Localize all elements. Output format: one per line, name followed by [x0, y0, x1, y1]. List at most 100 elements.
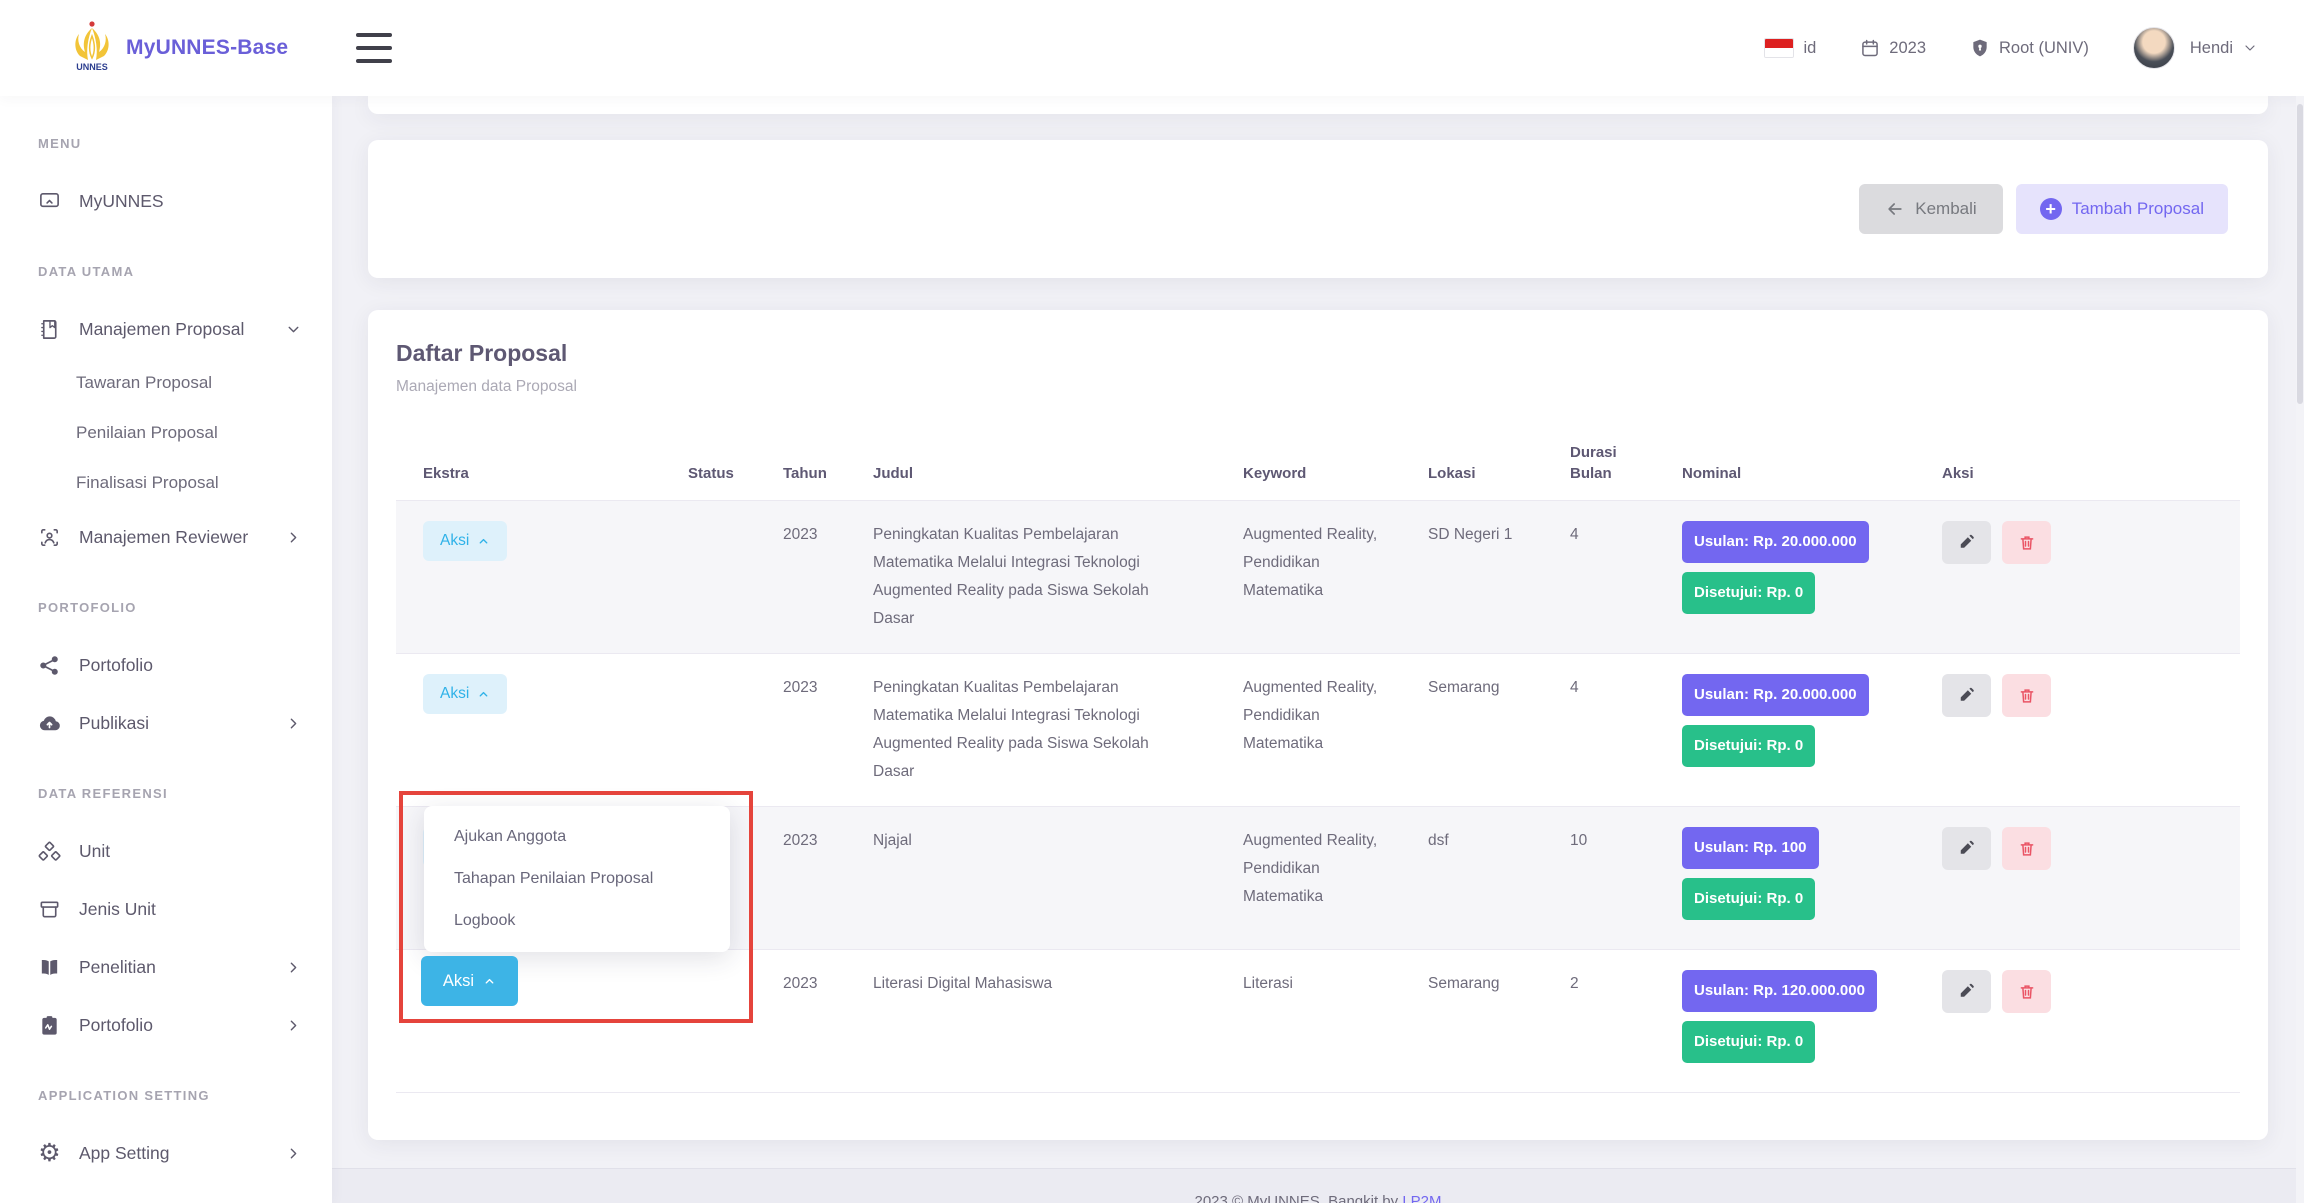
col-lokasi: Lokasi — [1401, 422, 1543, 501]
add-proposal-button[interactable]: + Tambah Proposal — [2016, 184, 2228, 234]
usulan-badge: Usulan: Rp. 100 — [1682, 827, 1819, 869]
caret-up-icon — [477, 688, 490, 701]
sidebar-item-manajemen-proposal[interactable]: Manajemen Proposal — [0, 300, 332, 358]
cell-status — [661, 950, 756, 1093]
section-label-portofolio: PORTOFOLIO — [38, 600, 332, 620]
cell-judul: Literasi Digital Mahasiswa — [846, 950, 1216, 1093]
user-scan-icon — [38, 526, 61, 549]
table-header-row: Ekstra Status Tahun Judul Keyword Lokasi… — [396, 422, 2240, 501]
page-subtitle: Manajemen data Proposal — [396, 378, 2240, 396]
cell-keyword: Literasi — [1216, 950, 1401, 1093]
year-selector[interactable]: 2023 — [1860, 38, 1926, 58]
back-button[interactable]: Kembali — [1859, 184, 2002, 234]
cell-status — [661, 501, 756, 654]
sidebar-item-finalisasi-proposal[interactable]: Finalisasi Proposal — [0, 458, 332, 508]
menu-item-tahapan-penilaian[interactable]: Tahapan Penilaian Proposal — [424, 858, 730, 900]
usulan-badge: Usulan: Rp. 20.000.000 — [1682, 521, 1869, 563]
scroll-right-chevron-icon[interactable]: › — [2258, 598, 2269, 637]
sidebar-item-publikasi[interactable]: Publikasi — [0, 694, 332, 752]
sidebar-item-portofolio-ref[interactable]: Portofolio — [0, 996, 332, 1054]
pencil-icon — [1958, 534, 1976, 552]
section-label-menu: MENU — [38, 136, 332, 156]
scrollbar-thumb[interactable] — [2297, 104, 2303, 404]
footer-link[interactable]: LP2M — [1402, 1193, 1441, 1203]
sidebar-item-jenis-unit[interactable]: Jenis Unit — [0, 880, 332, 938]
indonesia-flag-icon — [1764, 38, 1794, 58]
sidebar-item-myunnes[interactable]: MyUNNES — [0, 172, 332, 230]
cell-status — [661, 654, 756, 807]
chevron-right-icon — [285, 529, 302, 546]
sidebar-item-penilaian-proposal[interactable]: Penilaian Proposal — [0, 408, 332, 458]
brand-name: MyUNNES-Base — [126, 36, 288, 60]
sidebar-item-unit[interactable]: Unit — [0, 822, 332, 880]
page-scrollbar[interactable] — [2296, 96, 2304, 1203]
shield-icon — [1970, 38, 1990, 58]
user-name: Hendi — [2190, 39, 2233, 58]
trash-icon — [2018, 840, 2036, 858]
share-icon — [38, 654, 61, 677]
menu-item-ajukan-anggota[interactable]: Ajukan Anggota — [424, 816, 730, 858]
cell-nominal: Usulan: Rp. 20.000.000 Disetujui: Rp. 0 — [1655, 654, 1915, 807]
toolbar-card: Kembali + Tambah Proposal — [368, 140, 2268, 278]
disetujui-badge: Disetujui: Rp. 0 — [1682, 725, 1815, 767]
chevron-right-icon — [285, 1017, 302, 1034]
user-menu[interactable]: Hendi — [2133, 27, 2258, 69]
chevron-down-icon — [285, 321, 302, 338]
col-tahun: Tahun — [756, 422, 846, 501]
cell-judul: Peningkatan Kualitas Pembelajaran Matema… — [846, 501, 1216, 654]
trash-icon — [2018, 983, 2036, 1001]
role-label: Root (UNIV) — [1999, 39, 2089, 58]
usulan-badge: Usulan: Rp. 120.000.000 — [1682, 970, 1877, 1012]
table-row: Aksi 2023 Peningkatan Kualitas Pembelaja… — [396, 654, 2240, 807]
cell-durasi: 2 — [1543, 950, 1655, 1093]
row-aksi-dropdown-button[interactable]: Aksi — [423, 521, 507, 561]
sidebar-item-tawaran-proposal[interactable]: Tawaran Proposal — [0, 358, 332, 408]
pencil-icon — [1958, 983, 1976, 1001]
cell-aksi — [1915, 501, 2240, 654]
cell-durasi: 4 — [1543, 501, 1655, 654]
cell-nominal: Usulan: Rp. 120.000.000 Disetujui: Rp. 0 — [1655, 950, 1915, 1093]
sidebar-item-manajemen-reviewer[interactable]: Manajemen Reviewer — [0, 508, 332, 566]
sidebar-item-app-setting[interactable]: ⚙ App Setting — [0, 1124, 332, 1182]
monitor-icon — [38, 190, 61, 213]
col-aksi: Aksi — [1915, 422, 2240, 501]
delete-button[interactable] — [2002, 674, 2051, 717]
menu-item-logbook[interactable]: Logbook — [424, 900, 730, 942]
row-aksi-dropdown-button[interactable]: Aksi — [423, 674, 507, 714]
cell-durasi: 10 — [1543, 807, 1655, 950]
chevron-right-icon — [285, 959, 302, 976]
footer-text: 2023 © MyUNNES, Bangkit by — [1195, 1193, 1403, 1203]
calendar-icon — [1860, 38, 1880, 58]
active-aksi-dropdown-button[interactable]: Aksi — [421, 956, 518, 1006]
edit-button[interactable] — [1942, 970, 1991, 1013]
sidebar-item-portofolio[interactable]: Portofolio — [0, 636, 332, 694]
delete-button[interactable] — [2002, 827, 2051, 870]
cell-nominal: Usulan: Rp. 100 Disetujui: Rp. 0 — [1655, 807, 1915, 950]
role-badge[interactable]: Root (UNIV) — [1970, 38, 2089, 58]
cell-nominal: Usulan: Rp. 20.000.000 Disetujui: Rp. 0 — [1655, 501, 1915, 654]
locale-switcher[interactable]: id — [1764, 38, 1816, 58]
clipboard-icon — [38, 1014, 61, 1037]
edit-button[interactable] — [1942, 521, 1991, 564]
svg-text:UNNES: UNNES — [76, 62, 108, 72]
col-keyword: Keyword — [1216, 422, 1401, 501]
sidebar-item-penelitian[interactable]: Penelitian — [0, 938, 332, 996]
delete-button[interactable] — [2002, 970, 2051, 1013]
cell-judul: Njajal — [846, 807, 1216, 950]
cell-durasi: 4 — [1543, 654, 1655, 807]
menu-toggle-icon[interactable] — [356, 33, 392, 63]
aksi-dropup-menu: Ajukan Anggota Tahapan Penilaian Proposa… — [424, 806, 730, 952]
pencil-icon — [1958, 840, 1976, 858]
cubes-icon — [38, 840, 61, 863]
cell-lokasi: SD Negeri 1 — [1401, 501, 1543, 654]
col-durasi: Durasi Bulan — [1543, 422, 1655, 501]
proposal-table: Ekstra Status Tahun Judul Keyword Lokasi… — [396, 422, 2240, 1093]
main-content: Kembali + Tambah Proposal Daftar Proposa… — [332, 96, 2304, 1203]
delete-button[interactable] — [2002, 521, 2051, 564]
brand[interactable]: UNNES MyUNNES-Base — [70, 20, 300, 77]
cell-keyword: Augmented Reality, Pendidikan Matematika — [1216, 654, 1401, 807]
arrow-left-icon — [1885, 199, 1905, 219]
edit-button[interactable] — [1942, 827, 1991, 870]
edit-button[interactable] — [1942, 674, 1991, 717]
proposal-list-card: Daftar Proposal Manajemen data Proposal … — [368, 310, 2268, 1140]
